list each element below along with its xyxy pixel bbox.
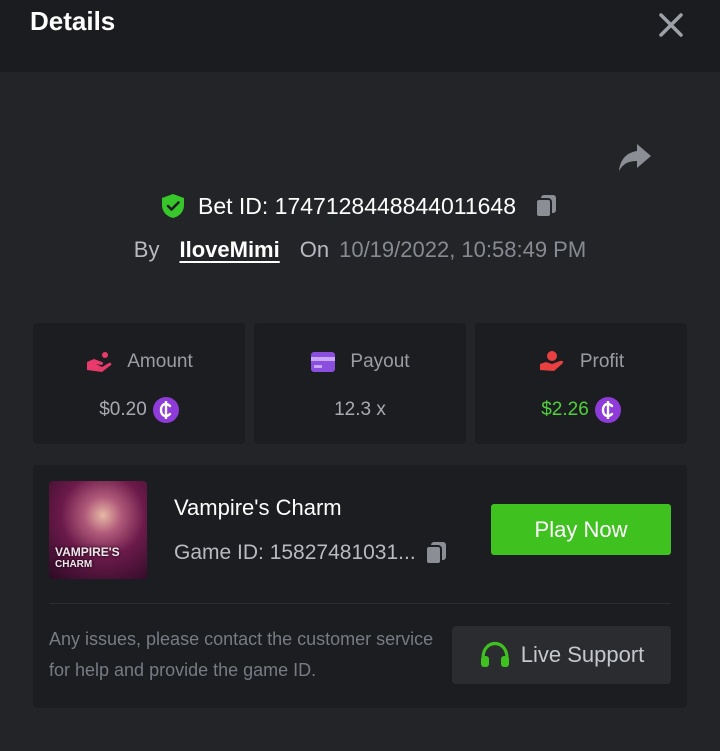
game-panel: VAMPIRE'S CHARM Vampire's Charm Game ID:… [33,465,687,708]
play-now-button[interactable]: Play Now [491,504,671,555]
game-id: Game ID: 15827481031... [174,541,416,564]
amount-card: Amount $0.20 [33,323,245,444]
payout-card: Payout 12.3 x [254,323,466,444]
thumbnail-title-line1: VAMPIRE'S [55,545,120,559]
copy-icon[interactable] [532,192,560,220]
coin-icon [152,397,179,423]
close-button[interactable] [654,8,688,42]
header: Details [0,0,720,72]
by-label: By [133,237,160,262]
help-text: Any issues, please contact the customer … [49,629,434,680]
amount-hand-icon [87,352,112,372]
game-id-row: Game ID: 15827481031... [174,537,450,569]
thumbnail-title-line2: CHARM [55,559,93,570]
live-support-button[interactable]: Live Support [452,626,671,684]
shield-check-icon [161,194,184,218]
username-link[interactable]: IloveMimi [179,237,279,263]
game-name: Vampire's Charm [174,495,342,520]
amount-label: Amount [127,351,193,372]
profit-label: Profit [579,351,625,372]
headset-icon [480,641,509,667]
share-icon [619,144,651,171]
payout-label: Payout [350,351,410,372]
card-icon [311,352,336,372]
divider [49,603,671,604]
bet-meta-row: By IloveMimi On 10/19/2022, 10:58:49 PM [0,234,720,266]
profit-card: Profit $2.26 [475,323,687,444]
bet-id-row: Bet ID: 1747128448844011648 [0,188,720,224]
bet-id: Bet ID: 1747128448844011648 [197,192,517,219]
profit-hand-icon [539,351,563,371]
profit-value: $2.26 [541,399,589,420]
on-label: On [299,237,330,262]
copy-icon[interactable] [422,539,450,567]
close-icon [659,13,683,37]
page-title: Details [30,6,116,36]
bet-datetime: 10/19/2022, 10:58:49 PM [339,237,587,262]
live-support-label: Live Support [520,642,645,667]
payout-value: 12.3 x [334,399,386,420]
amount-value: $0.20 [99,399,147,420]
game-thumbnail[interactable]: VAMPIRE'S CHARM [49,481,147,579]
share-button[interactable] [615,140,655,176]
coin-icon [594,397,621,423]
